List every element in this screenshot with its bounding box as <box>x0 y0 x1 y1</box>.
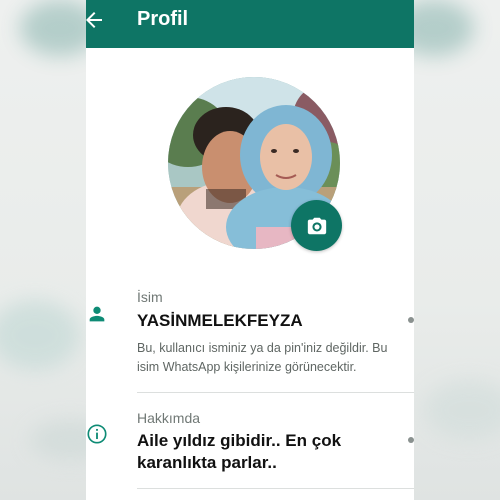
edit-name-icon[interactable] <box>408 317 414 323</box>
about-value[interactable]: Aile yıldız gibidir.. En çok karanlıkta … <box>137 430 387 474</box>
info-icon <box>86 423 108 445</box>
page-title: Profil <box>137 8 189 30</box>
divider <box>137 488 414 489</box>
person-icon <box>86 303 108 325</box>
name-label: İsim <box>137 289 163 305</box>
background-blur-left <box>0 0 86 500</box>
back-button[interactable] <box>86 6 108 34</box>
change-photo-button[interactable] <box>291 200 342 251</box>
divider <box>137 392 414 393</box>
profile-screen: Profil İsim YASİNMELEKFEYZA Bu, kullanıc… <box>86 0 414 500</box>
name-value[interactable]: YASİNMELEKFEYZA <box>137 310 303 332</box>
about-label: Hakkımda <box>137 410 201 426</box>
edit-about-icon[interactable] <box>408 437 414 443</box>
arrow-left-icon <box>86 12 102 28</box>
name-hint: Bu, kullanıcı isminiz ya da pin'iniz değ… <box>137 341 388 374</box>
background-blur-right <box>414 0 500 500</box>
app-header: Profil <box>86 0 414 48</box>
camera-icon <box>307 217 326 234</box>
